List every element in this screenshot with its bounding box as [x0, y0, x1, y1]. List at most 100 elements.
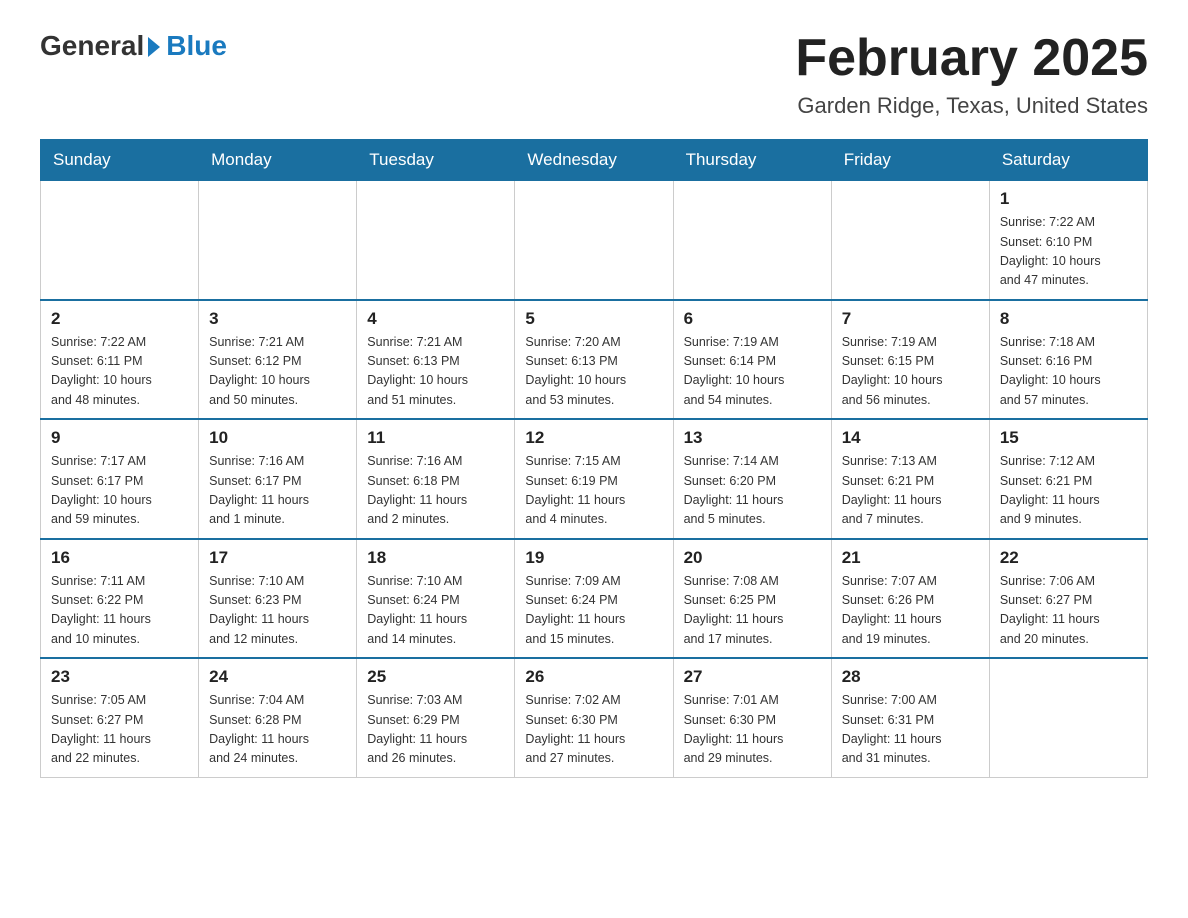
day-number: 10 [209, 428, 346, 448]
calendar-table: SundayMondayTuesdayWednesdayThursdayFrid… [40, 139, 1148, 778]
day-info: Sunrise: 7:13 AM Sunset: 6:21 PM Dayligh… [842, 452, 979, 530]
calendar-cell: 7 Sunrise: 7:19 AM Sunset: 6:15 PM Daylig… [831, 300, 989, 420]
day-number: 15 [1000, 428, 1137, 448]
day-number: 2 [51, 309, 188, 329]
weekday-header-tuesday: Tuesday [357, 140, 515, 181]
calendar-week-row: 16 Sunrise: 7:11 AM Sunset: 6:22 PM Dayli… [41, 539, 1148, 659]
day-info: Sunrise: 7:21 AM Sunset: 6:13 PM Dayligh… [367, 333, 504, 411]
calendar-cell: 9Sunrise: 7:17 AM Sunset: 6:17 PM Daylig… [41, 419, 199, 539]
day-info: Sunrise: 7:16 AM Sunset: 6:17 PM Dayligh… [209, 452, 346, 530]
calendar-cell: 17 Sunrise: 7:10 AM Sunset: 6:23 PM Dayli… [199, 539, 357, 659]
calendar-cell [515, 181, 673, 300]
day-info: Sunrise: 7:20 AM Sunset: 6:13 PM Dayligh… [525, 333, 662, 411]
calendar-week-row: 2 Sunrise: 7:22 AM Sunset: 6:11 PM Daylig… [41, 300, 1148, 420]
logo-general-text: General [40, 30, 144, 62]
day-number: 16 [51, 548, 188, 568]
day-number: 22 [1000, 548, 1137, 568]
calendar-cell: 13Sunrise: 7:14 AM Sunset: 6:20 PM Dayli… [673, 419, 831, 539]
calendar-cell: 4 Sunrise: 7:21 AM Sunset: 6:13 PM Daylig… [357, 300, 515, 420]
day-info: Sunrise: 7:21 AM Sunset: 6:12 PM Dayligh… [209, 333, 346, 411]
day-number: 13 [684, 428, 821, 448]
day-number: 17 [209, 548, 346, 568]
calendar-cell: 21 Sunrise: 7:07 AM Sunset: 6:26 PM Dayli… [831, 539, 989, 659]
calendar-cell [989, 658, 1147, 777]
day-number: 6 [684, 309, 821, 329]
day-number: 28 [842, 667, 979, 687]
day-info: Sunrise: 7:22 AM Sunset: 6:10 PM Dayligh… [1000, 213, 1137, 291]
calendar-cell: 15 Sunrise: 7:12 AM Sunset: 6:21 PM Dayli… [989, 419, 1147, 539]
day-info: Sunrise: 7:19 AM Sunset: 6:15 PM Dayligh… [842, 333, 979, 411]
day-info: Sunrise: 7:19 AM Sunset: 6:14 PM Dayligh… [684, 333, 821, 411]
calendar-cell: 25 Sunrise: 7:03 AM Sunset: 6:29 PM Dayli… [357, 658, 515, 777]
day-info: Sunrise: 7:04 AM Sunset: 6:28 PM Dayligh… [209, 691, 346, 769]
logo-arrow-icon [148, 37, 160, 57]
calendar-title: February 2025 [795, 30, 1148, 87]
weekday-header-thursday: Thursday [673, 140, 831, 181]
day-number: 7 [842, 309, 979, 329]
day-info: Sunrise: 7:07 AM Sunset: 6:26 PM Dayligh… [842, 572, 979, 650]
calendar-cell: 14 Sunrise: 7:13 AM Sunset: 6:21 PM Dayli… [831, 419, 989, 539]
calendar-cell [199, 181, 357, 300]
title-area: February 2025 Garden Ridge, Texas, Unite… [795, 30, 1148, 119]
day-info: Sunrise: 7:11 AM Sunset: 6:22 PM Dayligh… [51, 572, 188, 650]
day-number: 11 [367, 428, 504, 448]
calendar-cell: 23 Sunrise: 7:05 AM Sunset: 6:27 PM Dayli… [41, 658, 199, 777]
day-info: Sunrise: 7:00 AM Sunset: 6:31 PM Dayligh… [842, 691, 979, 769]
day-number: 26 [525, 667, 662, 687]
day-info: Sunrise: 7:01 AM Sunset: 6:30 PM Dayligh… [684, 691, 821, 769]
day-number: 27 [684, 667, 821, 687]
weekday-header-saturday: Saturday [989, 140, 1147, 181]
calendar-cell: 26Sunrise: 7:02 AM Sunset: 6:30 PM Dayli… [515, 658, 673, 777]
calendar-week-row: 9Sunrise: 7:17 AM Sunset: 6:17 PM Daylig… [41, 419, 1148, 539]
calendar-cell: 19 Sunrise: 7:09 AM Sunset: 6:24 PM Dayli… [515, 539, 673, 659]
weekday-header-monday: Monday [199, 140, 357, 181]
calendar-cell: 6 Sunrise: 7:19 AM Sunset: 6:14 PM Daylig… [673, 300, 831, 420]
day-number: 14 [842, 428, 979, 448]
day-info: Sunrise: 7:06 AM Sunset: 6:27 PM Dayligh… [1000, 572, 1137, 650]
logo-blue-text: Blue [166, 30, 227, 62]
day-number: 3 [209, 309, 346, 329]
day-info: Sunrise: 7:09 AM Sunset: 6:24 PM Dayligh… [525, 572, 662, 650]
calendar-cell: 1 Sunrise: 7:22 AM Sunset: 6:10 PM Daylig… [989, 181, 1147, 300]
calendar-cell: 22 Sunrise: 7:06 AM Sunset: 6:27 PM Dayli… [989, 539, 1147, 659]
day-info: Sunrise: 7:22 AM Sunset: 6:11 PM Dayligh… [51, 333, 188, 411]
calendar-cell: 11Sunrise: 7:16 AM Sunset: 6:18 PM Dayli… [357, 419, 515, 539]
calendar-cell: 8Sunrise: 7:18 AM Sunset: 6:16 PM Daylig… [989, 300, 1147, 420]
calendar-week-row: 23 Sunrise: 7:05 AM Sunset: 6:27 PM Dayli… [41, 658, 1148, 777]
day-info: Sunrise: 7:18 AM Sunset: 6:16 PM Dayligh… [1000, 333, 1137, 411]
day-number: 25 [367, 667, 504, 687]
day-number: 9 [51, 428, 188, 448]
calendar-cell [673, 181, 831, 300]
calendar-cell: 20 Sunrise: 7:08 AM Sunset: 6:25 PM Dayli… [673, 539, 831, 659]
calendar-cell: 2 Sunrise: 7:22 AM Sunset: 6:11 PM Daylig… [41, 300, 199, 420]
day-number: 21 [842, 548, 979, 568]
day-info: Sunrise: 7:12 AM Sunset: 6:21 PM Dayligh… [1000, 452, 1137, 530]
calendar-cell: 10 Sunrise: 7:16 AM Sunset: 6:17 PM Dayli… [199, 419, 357, 539]
day-info: Sunrise: 7:05 AM Sunset: 6:27 PM Dayligh… [51, 691, 188, 769]
logo: General Blue [40, 30, 227, 62]
day-info: Sunrise: 7:10 AM Sunset: 6:23 PM Dayligh… [209, 572, 346, 650]
day-number: 5 [525, 309, 662, 329]
weekday-header-friday: Friday [831, 140, 989, 181]
weekday-header-row: SundayMondayTuesdayWednesdayThursdayFrid… [41, 140, 1148, 181]
day-number: 24 [209, 667, 346, 687]
calendar-cell: 12Sunrise: 7:15 AM Sunset: 6:19 PM Dayli… [515, 419, 673, 539]
calendar-cell: 27 Sunrise: 7:01 AM Sunset: 6:30 PM Dayli… [673, 658, 831, 777]
calendar-week-row: 1 Sunrise: 7:22 AM Sunset: 6:10 PM Daylig… [41, 181, 1148, 300]
calendar-cell: 16 Sunrise: 7:11 AM Sunset: 6:22 PM Dayli… [41, 539, 199, 659]
calendar-subtitle: Garden Ridge, Texas, United States [795, 93, 1148, 119]
day-number: 1 [1000, 189, 1137, 209]
calendar-cell: 5 Sunrise: 7:20 AM Sunset: 6:13 PM Daylig… [515, 300, 673, 420]
weekday-header-sunday: Sunday [41, 140, 199, 181]
calendar-cell: 24 Sunrise: 7:04 AM Sunset: 6:28 PM Dayli… [199, 658, 357, 777]
day-number: 19 [525, 548, 662, 568]
day-info: Sunrise: 7:10 AM Sunset: 6:24 PM Dayligh… [367, 572, 504, 650]
day-number: 23 [51, 667, 188, 687]
weekday-header-wednesday: Wednesday [515, 140, 673, 181]
day-number: 4 [367, 309, 504, 329]
calendar-cell [831, 181, 989, 300]
day-info: Sunrise: 7:08 AM Sunset: 6:25 PM Dayligh… [684, 572, 821, 650]
day-number: 20 [684, 548, 821, 568]
day-info: Sunrise: 7:03 AM Sunset: 6:29 PM Dayligh… [367, 691, 504, 769]
day-number: 12 [525, 428, 662, 448]
